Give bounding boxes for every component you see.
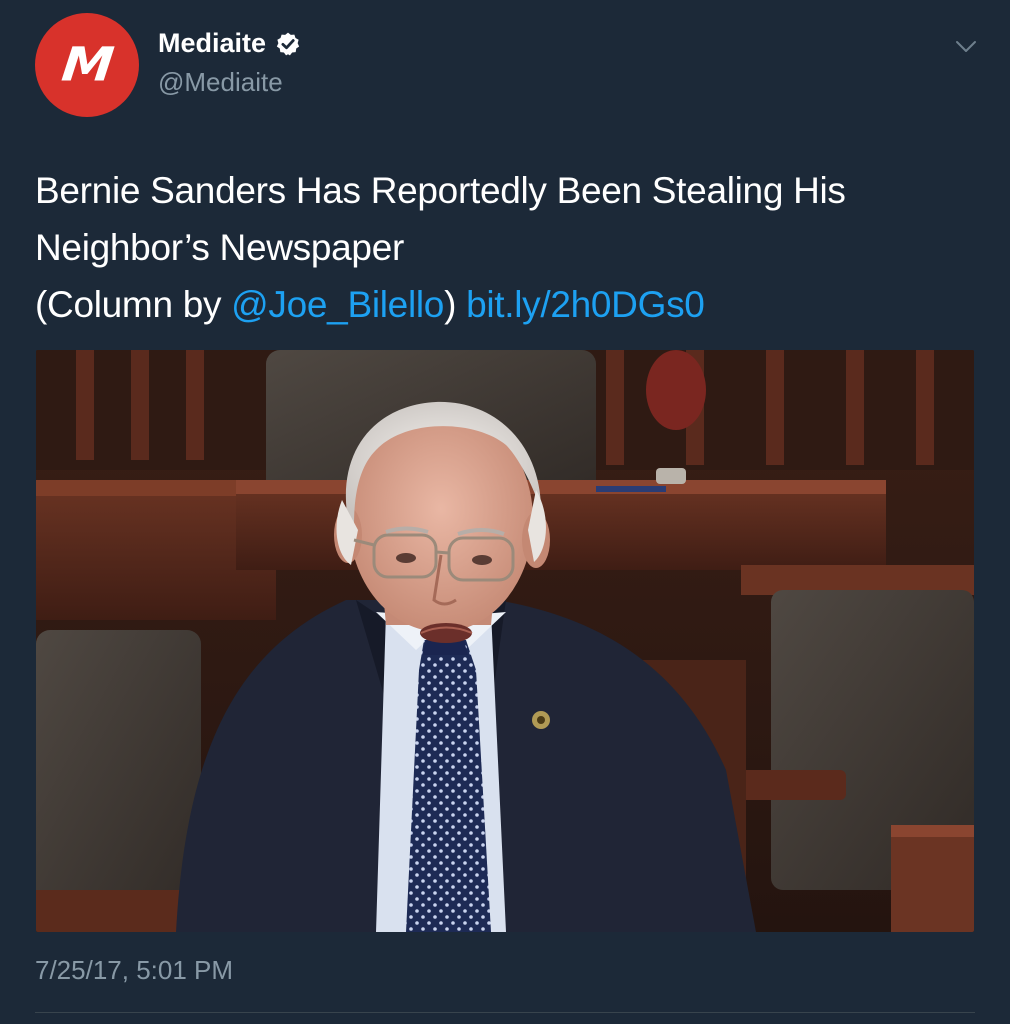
avatar[interactable]: M [35,13,139,117]
tweet-text-line: (Column by @Joe_Bilello) bit.ly/2h0DGs0 [35,276,975,333]
tweet-text-segment: ) [444,284,467,325]
tweet-text: Bernie Sanders Has Reportedly Been Steal… [35,162,975,333]
avatar-logo-letter: M [59,38,115,92]
verified-badge-icon [276,32,300,55]
tweet-text-line: Bernie Sanders Has Reportedly Been Steal… [35,170,846,211]
divider [35,1012,975,1013]
tweet-timestamp[interactable]: 7/25/17, 5:01 PM [35,955,233,986]
tweet-photo[interactable] [36,350,974,932]
tweet-text-line: Neighbor’s Newspaper [35,227,405,268]
tweet-text-segment: (Column by [35,284,232,325]
author-handle[interactable]: @Mediaite [158,67,283,98]
tweet-card: M Mediaite @Mediaite Bernie Sanders Has … [0,0,1010,1024]
chevron-down-icon[interactable] [955,40,977,54]
senate-floor-photo [36,350,974,932]
author-name-row: Mediaite [158,28,301,59]
author-display-name[interactable]: Mediaite [158,28,266,59]
url-link[interactable]: bit.ly/2h0DGs0 [466,284,705,325]
mention-link[interactable]: @Joe_Bilello [231,284,444,325]
